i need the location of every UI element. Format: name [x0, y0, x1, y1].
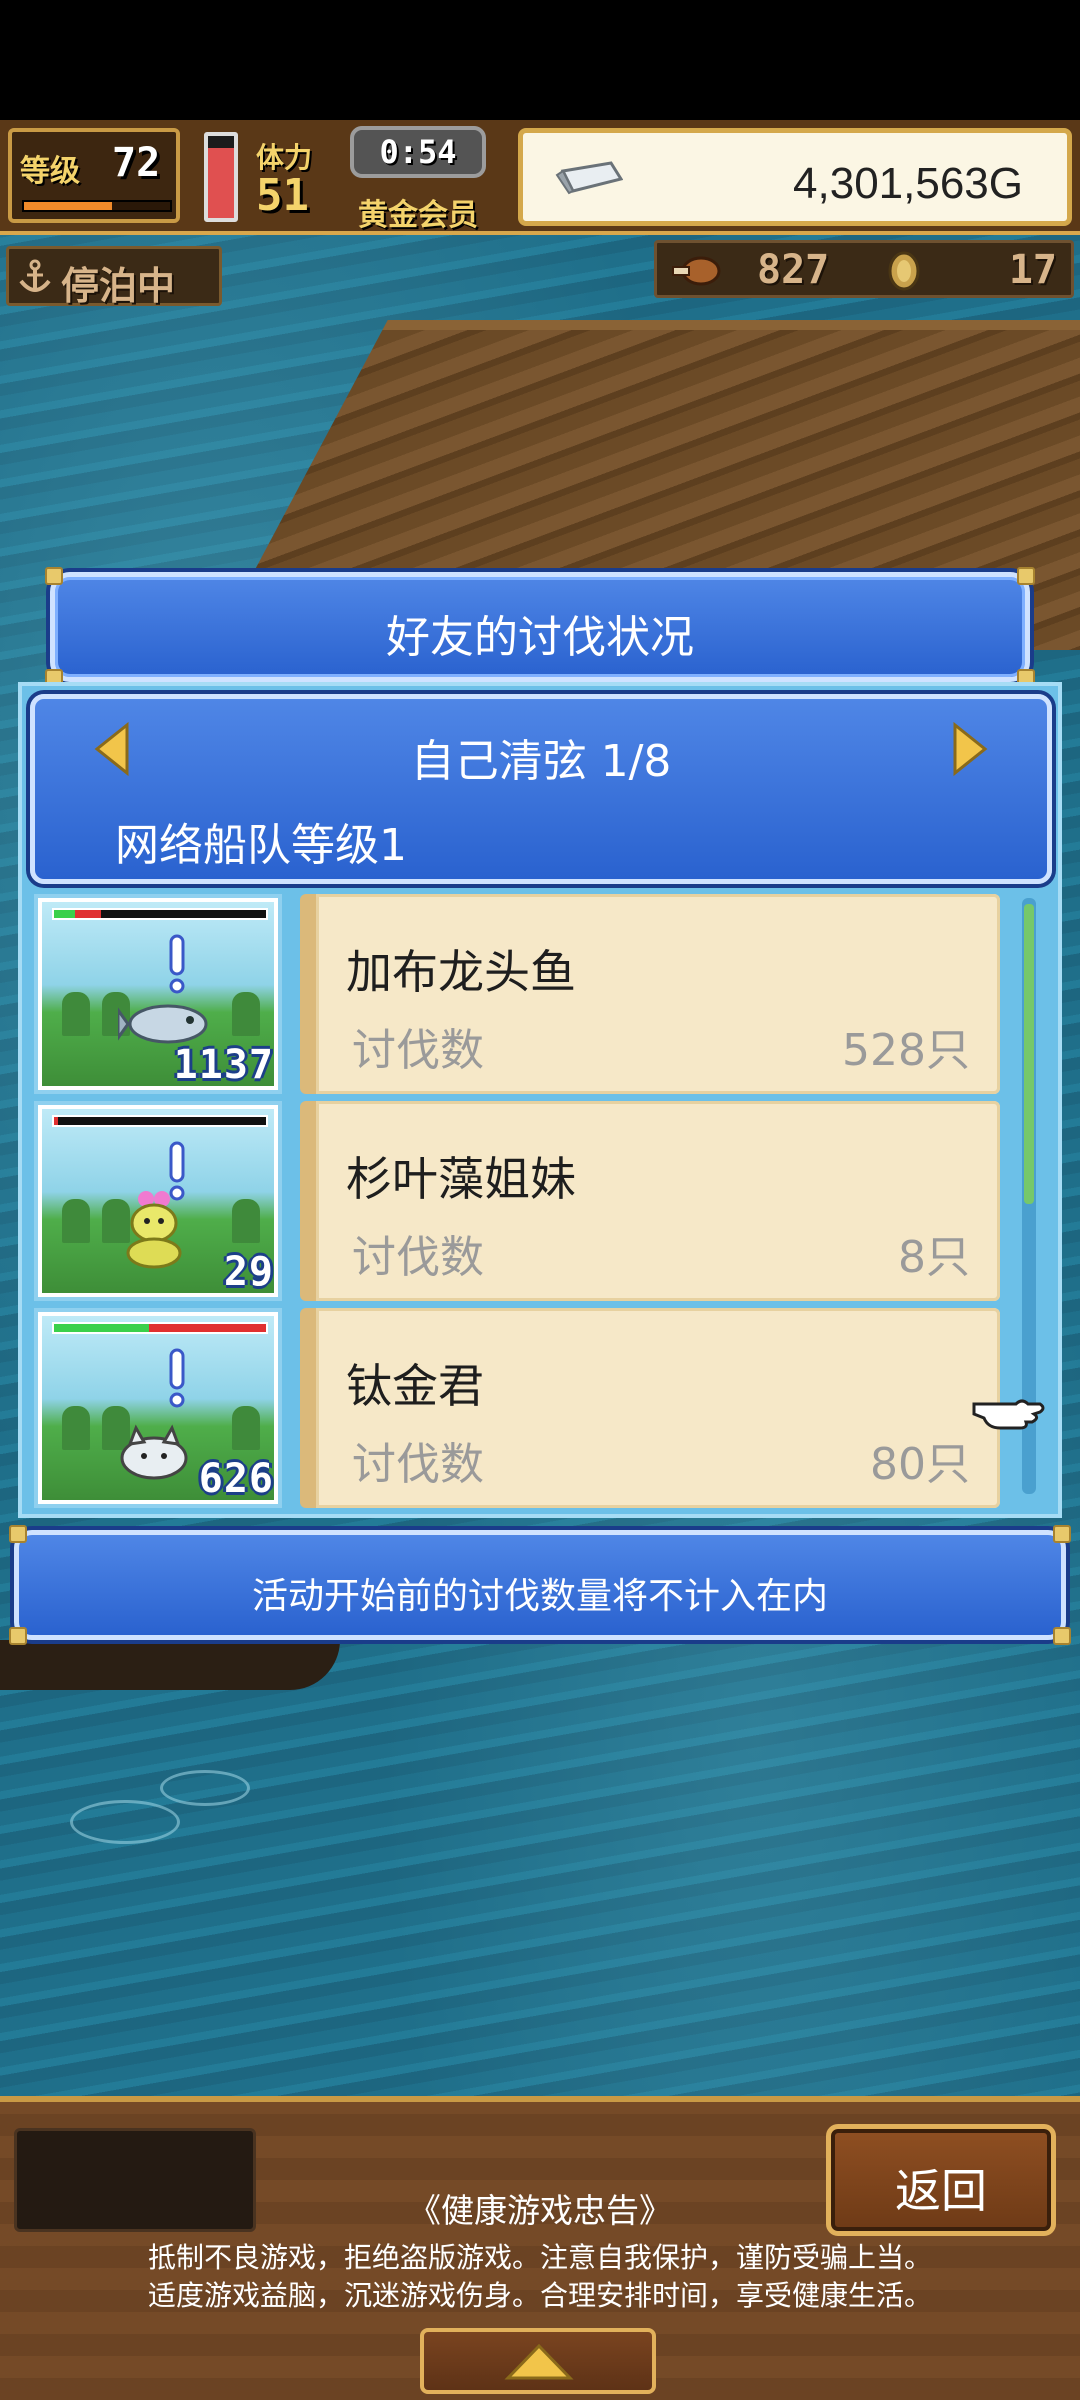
health-advice-title: 《健康游戏忠告》 — [408, 2191, 672, 2230]
ship-hull — [0, 1640, 340, 1690]
food-count: 827 — [757, 247, 830, 293]
stamina-timer: 0:54 — [350, 126, 486, 178]
hp-bar — [52, 1115, 268, 1127]
medal-icon — [888, 251, 920, 291]
exp-bar — [22, 200, 172, 212]
notice-panel: 活动开始前的讨伐数量将不计入在内 — [9, 1525, 1071, 1645]
hp-bar — [52, 908, 268, 920]
health-advice-line: 适度游戏益脑，沉迷游戏伤身。合理安排时间，享受健康生活。 — [147, 2279, 932, 2312]
resource-panel: 827 17 — [654, 240, 1074, 298]
list-item[interactable]: 626 钛金君 讨伐数 80只 — [30, 1308, 1040, 1508]
water-ripple — [70, 1800, 180, 1844]
pointing-hand-icon — [972, 1399, 1045, 1430]
medal-count: 17 — [1008, 247, 1057, 293]
monster-badge-count: 1137 — [173, 1042, 274, 1088]
monster-info-card: 钛金君 讨伐数 80只 — [300, 1308, 1000, 1508]
scrollbar-thumb[interactable] — [1024, 904, 1034, 1204]
silver-ingot-icon — [555, 161, 623, 195]
kill-count-label: 讨伐数 — [352, 1025, 484, 1076]
monster-info-card: 加布龙头鱼 讨伐数 528只 — [300, 894, 1000, 1094]
expand-menu-button[interactable] — [420, 2328, 656, 2394]
list-item[interactable]: 1137 加布龙头鱼 讨伐数 528只 — [30, 894, 1040, 1094]
level-value: 72 — [112, 140, 161, 186]
membership-label: 黄金会员 — [358, 198, 478, 233]
monster-name: 钛金君 — [346, 1359, 484, 1413]
kill-count-value: 528只 — [842, 1025, 970, 1076]
exclamation-icon — [169, 934, 185, 994]
kill-count-value: 8只 — [898, 1232, 970, 1283]
level-display: 等级 72 — [8, 128, 180, 223]
stamina-gauge — [204, 132, 238, 222]
monster-thumbnail: 626 — [34, 1308, 282, 1508]
hp-bar — [52, 1322, 268, 1334]
monster-thumbnail: 29 — [34, 1101, 282, 1301]
fleet-level: 网络船队等级1 — [115, 820, 407, 871]
titanium-monster-icon — [120, 1424, 188, 1480]
docked-status: 停泊中 — [61, 264, 176, 308]
monster-name: 加布龙头鱼 — [346, 945, 576, 999]
notice-text: 活动开始前的讨伐数量将不计入在内 — [251, 1576, 828, 1617]
seaweed-sister-icon — [126, 1191, 182, 1269]
level-label: 等级 — [20, 154, 80, 189]
kill-count-label: 讨伐数 — [352, 1232, 484, 1283]
food-icon — [672, 256, 721, 286]
monster-badge-count: 626 — [198, 1456, 274, 1502]
kill-count-label: 讨伐数 — [352, 1439, 484, 1490]
dialog-title-panel: 好友的讨伐状况 — [45, 567, 1035, 687]
friend-nav-panel: 自己清弦 1/8 网络船队等级1 — [30, 694, 1052, 884]
health-advice-line: 抵制不良游戏，拒绝盗版游戏。注意自我保护，谨防受骗上当。 — [147, 2241, 932, 2274]
triangle-up-icon — [504, 2343, 574, 2380]
status-panel: 停泊中 — [6, 246, 222, 308]
monster-list[interactable]: 1137 加布龙头鱼 讨伐数 528只 29 杉叶藻姐妹 讨伐数 8只 626 … — [30, 894, 1040, 1508]
water-ripple — [160, 1770, 250, 1806]
stamina-value: 51 — [256, 170, 309, 221]
dialog-title: 好友的讨伐状况 — [386, 612, 694, 663]
monster-name: 杉叶藻姐妹 — [346, 1152, 576, 1206]
gold-panel: 4,301,563G — [518, 128, 1072, 226]
monster-thumbnail: 1137 — [34, 894, 282, 1094]
kill-count-value: 80只 — [870, 1439, 970, 1490]
list-item[interactable]: 29 杉叶藻姐妹 讨伐数 8只 — [30, 1101, 1040, 1301]
exclamation-icon — [169, 1348, 185, 1408]
monster-badge-count: 29 — [223, 1249, 274, 1295]
gold-amount: 4,301,563G — [793, 159, 1023, 208]
friend-name-page: 自己清弦 1/8 — [410, 736, 672, 787]
next-friend-arrow-icon[interactable] — [951, 721, 991, 777]
anchor-icon — [19, 259, 51, 292]
monster-info-card: 杉叶藻姐妹 讨伐数 8只 — [300, 1101, 1000, 1301]
